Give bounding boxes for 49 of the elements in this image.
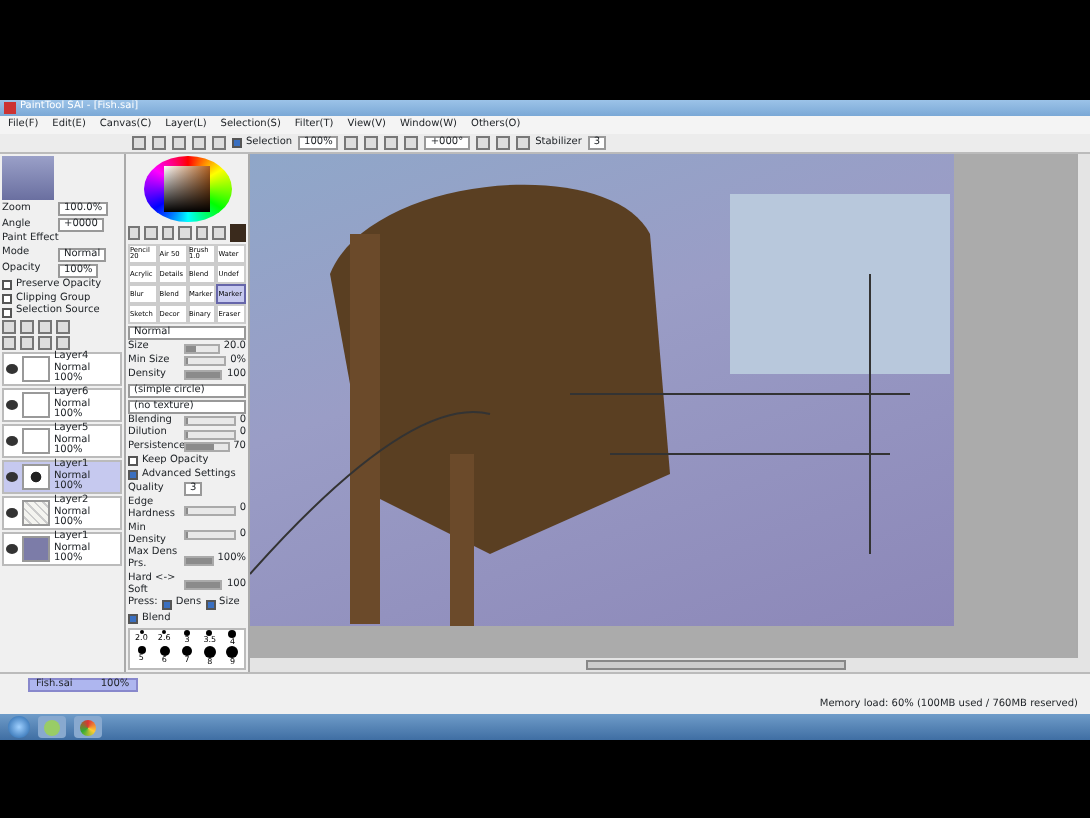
checkbox[interactable]: [128, 614, 138, 625]
checkbox[interactable]: [128, 456, 138, 467]
color-square[interactable]: [164, 166, 210, 213]
layer-thumbnail: [22, 464, 50, 490]
layer-thumbnail: [22, 428, 50, 454]
eye-icon[interactable]: [6, 472, 18, 482]
checkbox[interactable]: [232, 138, 242, 148]
eye-icon[interactable]: [6, 400, 18, 410]
layer-thumbnail: [22, 392, 50, 418]
layer-thumbnail: [22, 500, 50, 526]
layer-thumbnail: [22, 356, 50, 382]
eye-icon[interactable]: [6, 508, 18, 518]
slider-track[interactable]: [184, 530, 236, 541]
dot-icon: [181, 646, 192, 657]
vertical-scrollbar[interactable]: [1076, 154, 1090, 658]
scrollbar-thumb[interactable]: [586, 660, 846, 670]
canvas-artwork[interactable]: [250, 154, 954, 626]
checkbox[interactable]: [2, 293, 12, 304]
eye-icon[interactable]: [6, 364, 18, 374]
navigator-thumbnail[interactable]: [2, 156, 54, 200]
checkbox[interactable]: [205, 599, 216, 610]
slider-track[interactable]: [184, 505, 236, 516]
checkbox[interactable]: [161, 599, 172, 610]
slider-track[interactable]: [184, 429, 236, 440]
horizontal-scrollbar[interactable]: [250, 658, 1090, 672]
dot-icon: [228, 629, 237, 638]
dot-icon: [137, 646, 146, 655]
dot-icon: [139, 629, 144, 634]
dot-icon: [183, 629, 190, 636]
dot-icon: [159, 646, 170, 657]
dot-icon: [162, 629, 167, 634]
dot-icon: [226, 646, 239, 659]
checkbox[interactable]: [128, 469, 138, 480]
slider-track[interactable]: [184, 356, 227, 367]
app-logo-icon: [4, 102, 16, 114]
start-button[interactable]: [8, 716, 30, 738]
layer-thumbnail: [22, 536, 50, 562]
taskbar-app-icon[interactable]: [74, 716, 102, 738]
eye-icon[interactable]: [6, 544, 18, 554]
eye-icon[interactable]: [6, 436, 18, 446]
slider-track[interactable]: [184, 442, 230, 453]
dot-icon: [203, 646, 216, 659]
checkbox[interactable]: [2, 307, 12, 318]
color-wheel[interactable]: [143, 156, 231, 223]
color-swatch[interactable]: [229, 224, 246, 243]
checkbox[interactable]: [2, 280, 12, 291]
dot-icon: [206, 629, 213, 636]
slider-track[interactable]: [184, 415, 236, 426]
slider-track[interactable]: [184, 343, 220, 354]
